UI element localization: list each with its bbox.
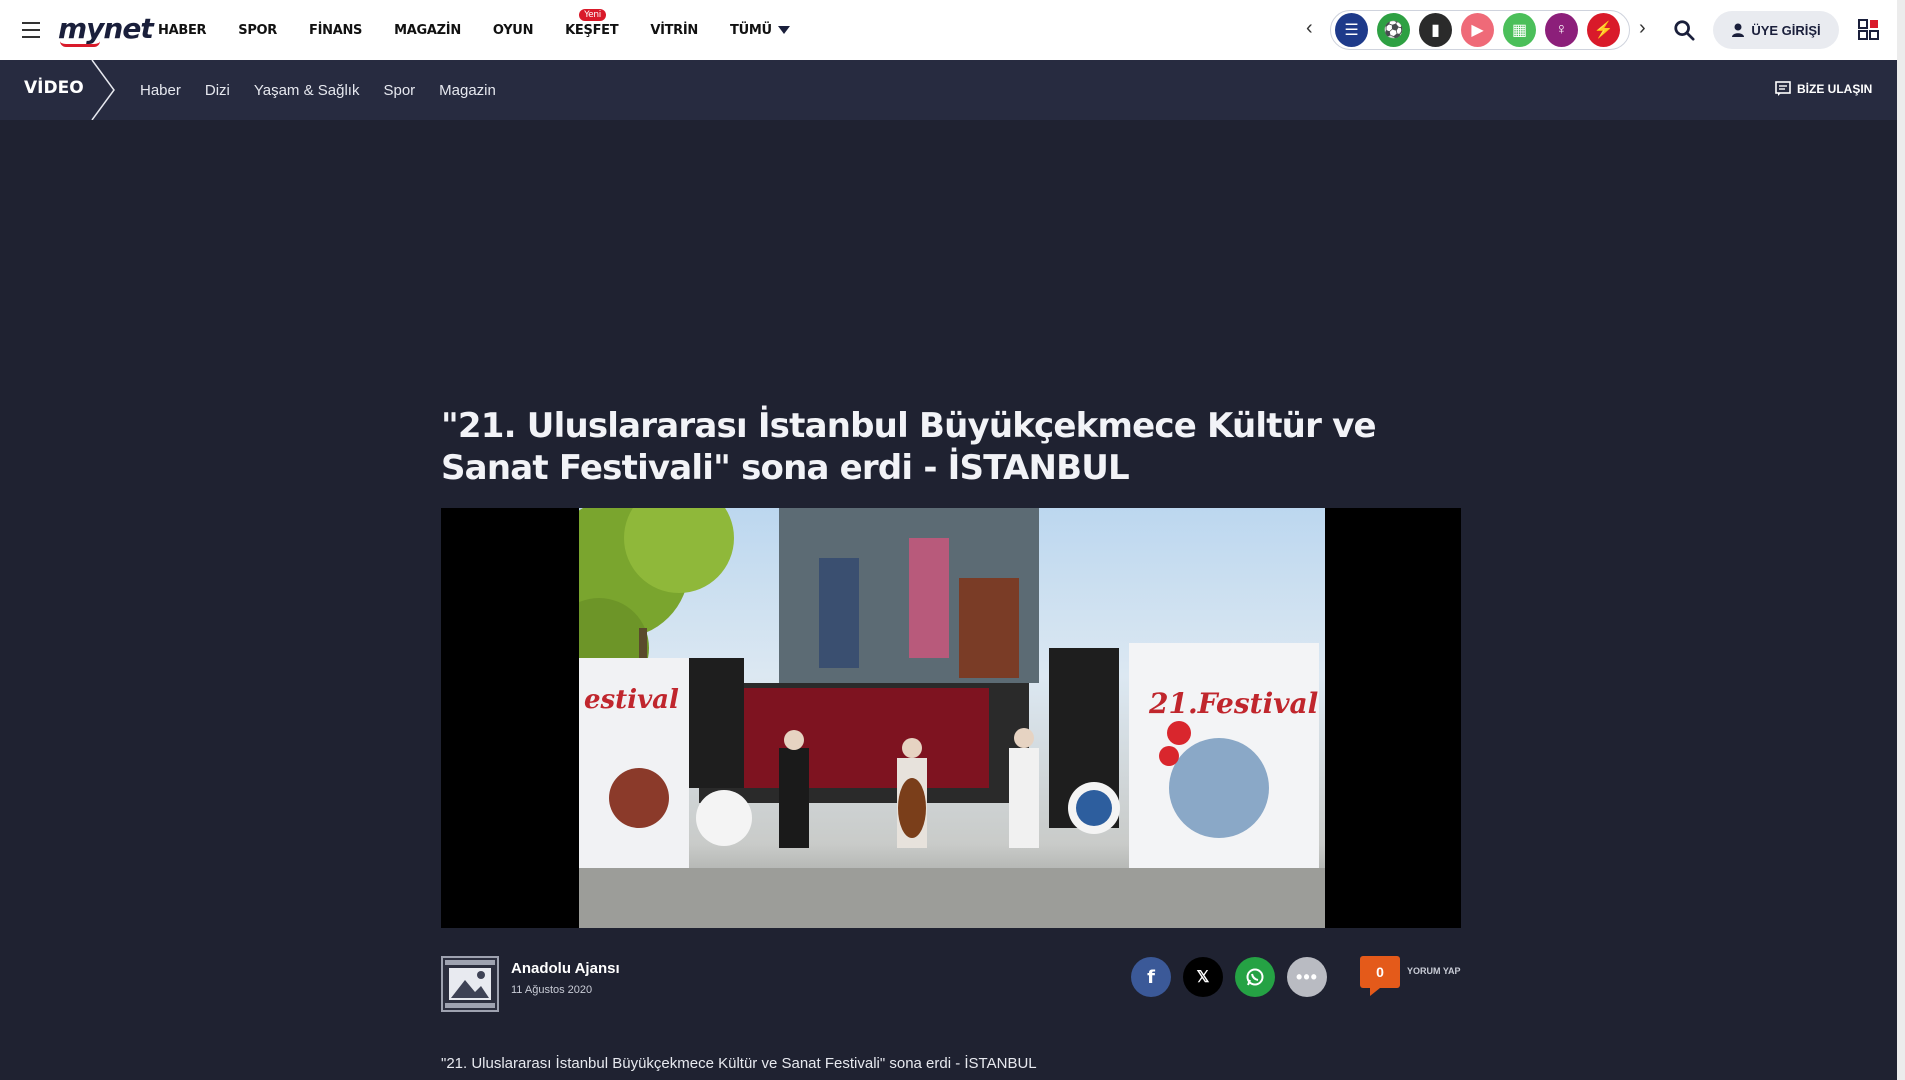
share-more-button[interactable]: ••• (1287, 957, 1327, 997)
article-summary: "21. Uluslararası İstanbul Büyükçekmece … (441, 1055, 1037, 1072)
subnav-haber[interactable]: Haber (140, 82, 181, 99)
contact-label: BİZE ULAŞIN (1797, 81, 1873, 96)
nav-kesfet-label: KEŞFET (565, 22, 619, 38)
apps-carousel: ☰ ⚽ ▮ ▶ ▦ ♀ ⚡ (1330, 10, 1630, 50)
more-icon: ••• (1296, 966, 1318, 987)
menu-icon[interactable] (22, 22, 40, 38)
puzzle-icon[interactable]: ▦ (1503, 13, 1536, 47)
lightning-icon[interactable]: ⚡ (1587, 13, 1620, 47)
chevron-left-icon[interactable]: ‹ (1306, 18, 1318, 38)
list-icon[interactable]: ☰ (1335, 13, 1368, 47)
contact-button[interactable]: BİZE ULAŞIN (1775, 81, 1872, 96)
caret-down-icon (777, 26, 790, 34)
share-facebook-button[interactable]: f (1131, 957, 1171, 997)
article-title: "21. Uluslararası İstanbul Büyükçekmece … (441, 406, 1377, 488)
main-nav: HABER SPOR FİNANS MAGAZİN OYUN Yeni KEŞFE… (158, 0, 822, 60)
new-badge: Yeni (579, 8, 607, 21)
film-icon (441, 956, 499, 1012)
nav-kesfet[interactable]: Yeni KEŞFET (565, 8, 619, 38)
page-scrollbar[interactable] (1897, 0, 1905, 1080)
logo-swoosh (60, 41, 100, 47)
share-whatsapp-button[interactable] (1235, 957, 1275, 997)
nav-oyun[interactable]: OYUN (493, 23, 534, 38)
video-icon[interactable]: ▶ (1461, 13, 1494, 47)
login-label: ÜYE GİRİŞİ (1751, 22, 1821, 38)
whatsapp-icon (1246, 968, 1264, 986)
subnav-spor[interactable]: Spor (383, 82, 415, 99)
nav-tumu-label: TÜMÜ (730, 22, 772, 38)
share-x-button[interactable]: 𝕏 (1183, 957, 1223, 997)
x-icon: 𝕏 (1196, 969, 1210, 986)
nav-haber[interactable]: HABER (158, 23, 207, 38)
apps-grid-icon[interactable] (1858, 19, 1880, 41)
video-subnav: VİDEO Haber Dizi Yaşam & Sağlık Spor Mag… (0, 60, 1905, 120)
nav-tumu[interactable]: TÜMÜ (730, 23, 790, 38)
article-byline: Anadolu Ajansı 11 Ağustos 2020 f 𝕏 ••• 0… (441, 956, 1461, 1014)
facebook-icon: f (1147, 966, 1155, 988)
female-icon[interactable]: ♀ (1545, 13, 1578, 47)
finance-chart-icon[interactable]: ▮ (1419, 13, 1452, 47)
search-icon[interactable] (1673, 19, 1695, 41)
svg-text:21.Festival: 21.Festival (1148, 687, 1318, 720)
chevron-right-icon[interactable]: › (1639, 18, 1651, 38)
nav-magazin[interactable]: MAGAZİN (394, 23, 461, 38)
nav-vitrin[interactable]: VİTRİN (650, 23, 698, 38)
subnav-links: Haber Dizi Yaşam & Sağlık Spor Magazin (140, 60, 520, 120)
svg-text:estival: estival (584, 685, 679, 715)
subnav-dizi[interactable]: Dizi (205, 82, 230, 99)
subnav-magazin[interactable]: Magazin (439, 82, 496, 99)
subnav-yasam-saglik[interactable]: Yaşam & Sağlık (254, 82, 360, 99)
soccer-ball-icon[interactable]: ⚽ (1377, 13, 1410, 47)
nav-finans[interactable]: FİNANS (309, 23, 362, 38)
video-thumbnail: estival 21.Festival (579, 508, 1325, 928)
publish-date: 11 Ağustos 2020 (511, 984, 593, 996)
login-button[interactable]: ÜYE GİRİŞİ (1713, 11, 1839, 49)
video-frame: estival 21.Festival (579, 508, 1325, 928)
comment-count: 0 (1376, 964, 1384, 980)
top-header: mynet HABER SPOR FİNANS MAGAZİN OYUN Yen… (0, 0, 1905, 60)
user-icon (1732, 23, 1745, 37)
agency-name[interactable]: Anadolu Ajansı (511, 960, 620, 977)
section-title[interactable]: VİDEO (24, 78, 84, 98)
nav-spor[interactable]: SPOR (238, 23, 277, 38)
message-icon (1775, 81, 1791, 96)
breadcrumb-chevron (91, 60, 115, 120)
comment-button-label[interactable]: YORUM YAP (1407, 966, 1461, 976)
video-player[interactable]: estival 21.Festival (441, 508, 1461, 928)
comment-count-badge[interactable]: 0 (1360, 956, 1400, 996)
